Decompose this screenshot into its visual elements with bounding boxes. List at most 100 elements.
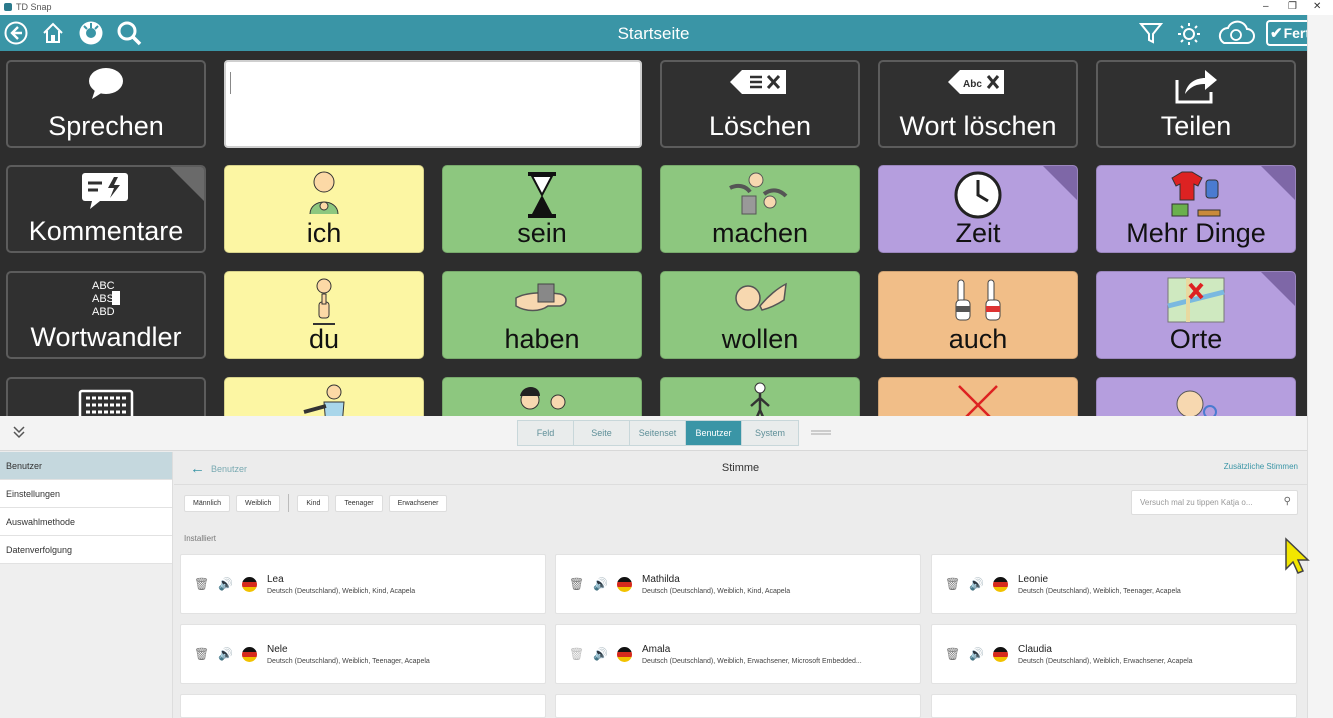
voice-desc: Deutsch (Deutschland), Weiblich, Kind, A… (267, 588, 416, 595)
voice-search-input[interactable]: Versuch mal zu tippen Katja o... ⚲ (1131, 490, 1298, 515)
trash-icon[interactable]: 🗑 (194, 647, 209, 661)
cell-orange-3[interactable] (878, 377, 1078, 416)
page-title: Startseite (617, 24, 690, 43)
voice-card[interactable] (931, 694, 1297, 718)
done-button[interactable]: ✔Fertig (1266, 20, 1307, 46)
brightness-icon[interactable] (1175, 20, 1203, 46)
tab-feld[interactable]: Feld (518, 421, 574, 445)
speaker-icon[interactable]: 🔊 (218, 647, 233, 661)
folder-corner (1261, 166, 1295, 200)
cell-label: Orte (1169, 324, 1223, 354)
filter-male[interactable]: Männlich (184, 494, 231, 512)
right-scrollbar[interactable] (1307, 15, 1333, 718)
mouse-cursor (1284, 537, 1310, 580)
cell-sein[interactable]: sein (442, 165, 642, 253)
filter-child[interactable]: Kind (297, 494, 330, 512)
minimize-button[interactable]: – (1263, 1, 1269, 12)
drag-handle[interactable] (811, 430, 831, 435)
cell-machen[interactable]: machen (660, 165, 860, 253)
voice-name: Amala (642, 644, 671, 655)
cell-mehr-dinge[interactable]: Mehr Dinge (1096, 165, 1296, 253)
speaker-icon[interactable]: 🔊 (218, 577, 233, 591)
voice-card[interactable]: 🗑 🔊 Nele Deutsch (Deutschland), Weiblich… (180, 624, 546, 684)
trash-icon[interactable]: 🗑 (194, 577, 209, 591)
voice-name: Nele (267, 644, 288, 655)
german-flag-icon (242, 647, 257, 662)
wanting-icon (730, 276, 790, 327)
tab-system[interactable]: System (742, 421, 798, 445)
speech-bubble-icon (86, 66, 126, 105)
sidebar-item-auswahlmethode[interactable]: Auswahlmethode (0, 508, 172, 536)
speaker-icon[interactable]: 🔊 (593, 647, 608, 661)
comment-icon (80, 171, 132, 216)
settings-sidebar: Benutzer Einstellungen Auswahlmethode Da… (0, 452, 173, 718)
delete-word-button[interactable]: Abc Wort löschen (878, 60, 1078, 148)
voice-card[interactable]: 🗑 🔊 Amala Deutsch (Deutschland), Weiblic… (555, 624, 921, 684)
speaker-icon[interactable]: 🔊 (969, 577, 984, 591)
close-button[interactable]: ✕ (1313, 1, 1321, 12)
voice-card[interactable]: 🗑 🔊 Leonie Deutsch (Deutschland), Weibli… (931, 554, 1297, 614)
cell-wollen[interactable]: wollen (660, 271, 860, 359)
collapse-icon[interactable] (12, 425, 26, 442)
tab-seitenset[interactable]: Seitenset (630, 421, 686, 445)
trash-icon[interactable]: 🗑 (945, 647, 960, 661)
installed-heading: Installiert (184, 534, 217, 543)
additional-voices-link[interactable]: Zusätzliche Stimmen (1224, 462, 1298, 471)
voice-desc: Deutsch (Deutschland), Weiblich, Erwachs… (642, 658, 862, 665)
svg-text:ABS: ABS (92, 293, 114, 305)
two-fingers-icon (950, 276, 1006, 331)
cell-haben[interactable]: haben (442, 271, 642, 359)
cell-label: Mehr Dinge (1126, 218, 1266, 248)
cell-wortwandler[interactable]: ABC ABS ABD Wortwandler (6, 271, 206, 359)
filter-adult[interactable]: Erwachsener (388, 494, 448, 512)
tab-seite[interactable]: Seite (574, 421, 630, 445)
voice-card[interactable] (555, 694, 921, 718)
german-flag-icon (617, 577, 632, 592)
filter-teen[interactable]: Teenager (335, 494, 383, 512)
cell-label: haben (504, 324, 580, 354)
filter-female[interactable]: Weiblich (236, 494, 281, 512)
message-bar[interactable] (224, 60, 642, 148)
trash-icon[interactable]: 🗑 (569, 577, 584, 591)
voice-card[interactable] (180, 694, 546, 718)
sidebar-item-benutzer[interactable]: Benutzer (0, 452, 172, 480)
clear-button[interactable]: Löschen (660, 60, 860, 148)
cloud-sync-icon[interactable] (1213, 20, 1257, 46)
panel-tabbar: Feld Seite Seitenset Benutzer System (0, 416, 1307, 451)
trash-icon[interactable]: 🗑 (945, 577, 960, 591)
cell-green-3b[interactable] (660, 377, 860, 416)
symbol-grid: Sprechen Löschen Abc Wort löschen Teilen… (0, 51, 1307, 416)
cell-keyboard[interactable] (6, 377, 206, 416)
speaker-icon[interactable]: 🔊 (593, 577, 608, 591)
svg-text:ABC: ABC (92, 280, 115, 292)
cell-orte[interactable]: Orte (1096, 271, 1296, 359)
svg-text:ABD: ABD (92, 306, 115, 318)
person-you-icon (309, 276, 339, 331)
cell-zeit[interactable]: Zeit (878, 165, 1078, 253)
voice-card[interactable]: 🗑 🔊 Mathilda Deutsch (Deutschland), Weib… (555, 554, 921, 614)
cell-label: Kommentare (28, 216, 184, 246)
voice-card[interactable]: 🗑 🔊 Claudia Deutsch (Deutschland), Weibl… (931, 624, 1297, 684)
share-icon (1171, 66, 1221, 111)
voice-card[interactable]: 🗑 🔊 Lea Deutsch (Deutschland), Weiblich,… (180, 554, 546, 614)
filter-icon[interactable] (1138, 20, 1164, 46)
cell-label: machen (711, 218, 809, 248)
sidebar-item-einstellungen[interactable]: Einstellungen (0, 480, 172, 508)
cell-label: ich (306, 218, 342, 248)
cell-auch[interactable]: auch (878, 271, 1078, 359)
tab-benutzer[interactable]: Benutzer (686, 421, 742, 445)
people-icon (512, 382, 572, 416)
sidebar-item-datenverfolgung[interactable]: Datenverfolgung (0, 536, 172, 564)
cell-kommentare[interactable]: Kommentare (6, 165, 206, 253)
maximize-button[interactable]: ❐ (1288, 1, 1297, 12)
section-title: Stimme (721, 462, 760, 474)
cell-yellow-3[interactable] (224, 377, 424, 416)
cell-du[interactable]: du (224, 271, 424, 359)
speak-button[interactable]: Sprechen (6, 60, 206, 148)
share-button[interactable]: Teilen (1096, 60, 1296, 148)
speaker-icon[interactable]: 🔊 (969, 647, 984, 661)
cell-green-3a[interactable] (442, 377, 642, 416)
clock-icon (953, 170, 1003, 225)
cell-purple-3[interactable] (1096, 377, 1296, 416)
cell-ich[interactable]: ich (224, 165, 424, 253)
